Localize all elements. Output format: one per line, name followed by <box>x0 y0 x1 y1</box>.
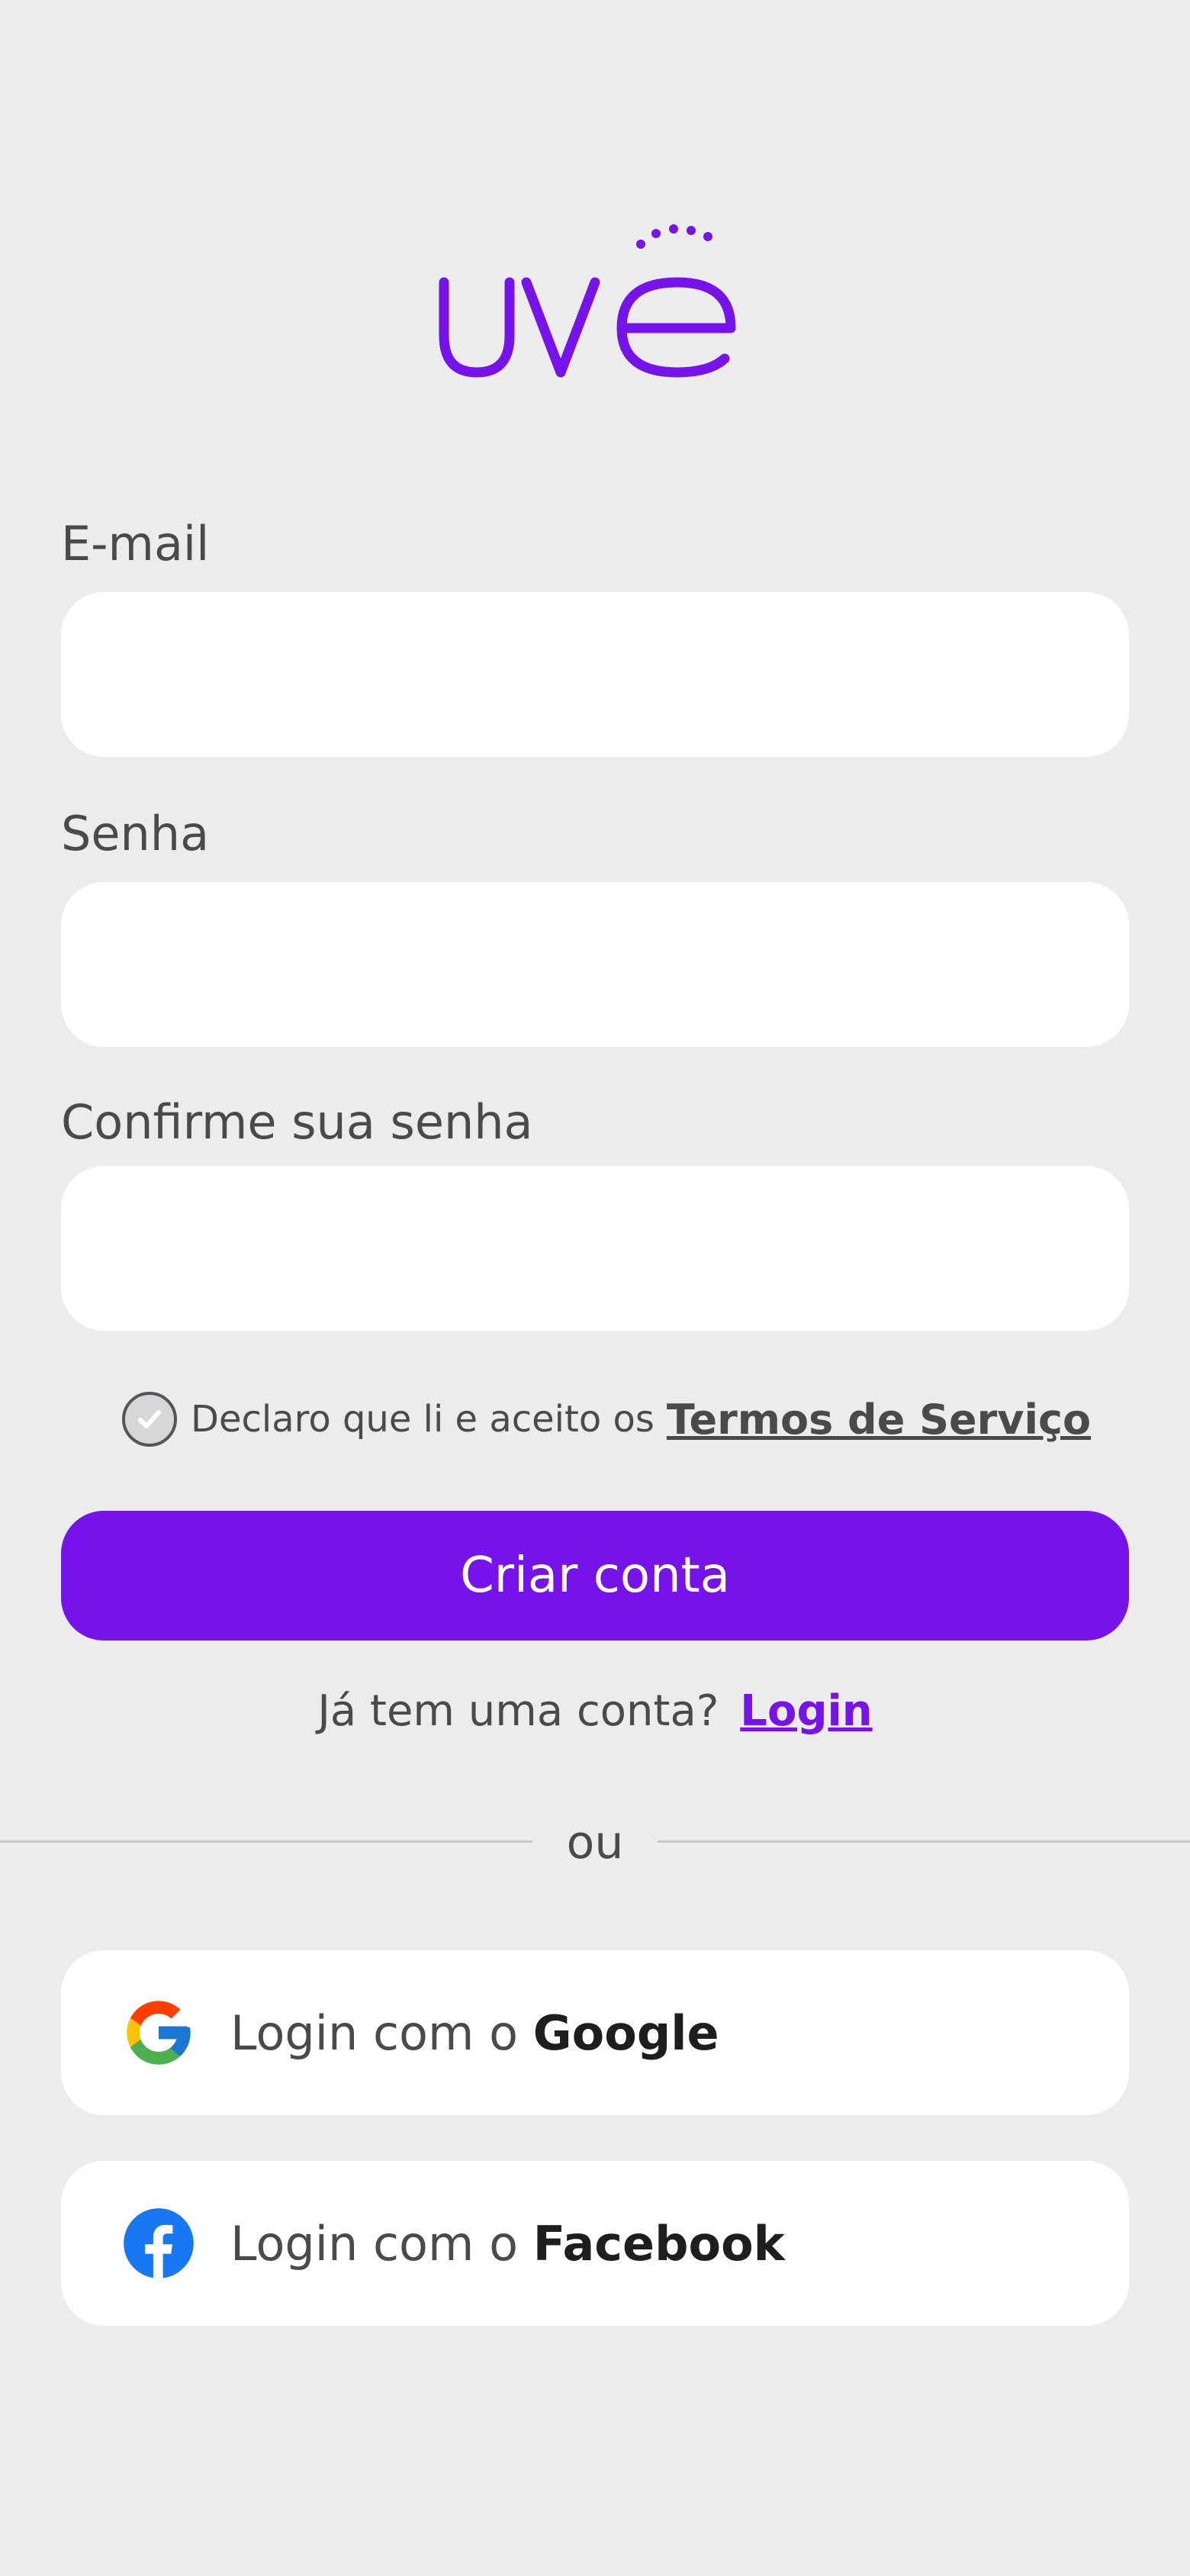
email-field[interactable] <box>61 592 1129 757</box>
login-link[interactable]: Login <box>740 1686 872 1736</box>
check-icon <box>138 1410 161 1428</box>
have-account-text: Já tem uma conta? <box>317 1686 719 1736</box>
divider-line-left <box>0 1840 532 1843</box>
confirm-password-label: Confirme sua senha <box>61 1094 533 1150</box>
terms-row: Declaro que li e aceito os Termos de Ser… <box>122 1389 1091 1450</box>
facebook-login-button[interactable]: Login com o Facebook <box>61 2161 1129 2326</box>
login-row: Já tem uma conta? Login <box>0 1686 1190 1736</box>
divider-line-right <box>658 1840 1190 1843</box>
terms-checkbox[interactable] <box>122 1392 177 1447</box>
google-login-button[interactable]: Login com o Google <box>61 1950 1129 2115</box>
divider-or-text: ou <box>532 1797 658 1889</box>
password-field[interactable] <box>61 882 1129 1047</box>
google-login-label: Login com o Google <box>230 2004 719 2061</box>
terms-of-service-link[interactable]: Termos de Serviço <box>667 1396 1091 1444</box>
facebook-icon <box>124 2208 194 2278</box>
confirm-password-field[interactable] <box>61 1166 1129 1331</box>
uve-logo <box>439 224 736 378</box>
create-account-button[interactable]: Criar conta <box>61 1511 1129 1641</box>
terms-text: Declaro que li e aceito os <box>191 1398 654 1441</box>
facebook-login-label: Login com o Facebook <box>230 2215 785 2272</box>
password-label: Senha <box>61 806 210 861</box>
google-icon <box>127 2001 191 2065</box>
email-label: E-mail <box>61 516 210 572</box>
